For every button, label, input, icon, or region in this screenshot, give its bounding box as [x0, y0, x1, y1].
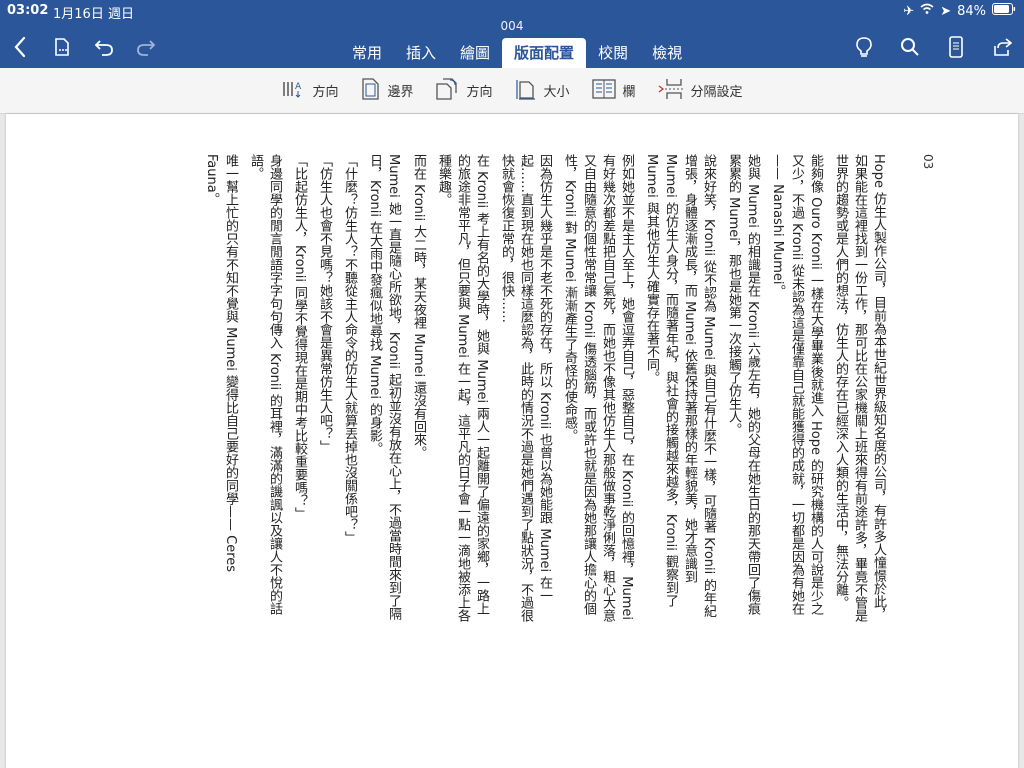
tab-layout[interactable]: 版面配置 [502, 38, 587, 68]
redo-icon[interactable] [134, 34, 158, 60]
paragraph: Hope 仿生人製作公司，目前為本世紀世界級知名度的公司，有許多人憧憬於此，如果… [833, 154, 886, 622]
tab-insert[interactable]: 插入 [394, 38, 448, 68]
paragraph: 「什麼？仿生人？不聽從主人命令的仿生人就算丟掉也沒關係吧？」 [342, 154, 357, 544]
paragraph: 「仿生人也會不見嗎？她該不會是異常仿生人吧？」 [317, 154, 332, 453]
lightbulb-icon[interactable] [852, 34, 876, 60]
svg-text:A: A [295, 82, 302, 92]
toolbar-right [852, 34, 1014, 60]
location-icon: ➤ [940, 3, 952, 19]
margins-icon [360, 77, 380, 104]
columns-button[interactable]: 欄 [591, 78, 636, 103]
document-title: 004 [500, 19, 524, 33]
document-page[interactable]: 03 Hope 仿生人製作公司，目前為本世紀世界級知名度的公司，有許多人憧憬於此… [6, 114, 1018, 768]
share-icon[interactable] [990, 34, 1014, 60]
orientation-label: 方向 [466, 85, 493, 100]
tab-review[interactable]: 校閱 [586, 38, 640, 68]
paragraph: 而在 Kronii 大二時，某天夜裡 Mumei 還沒有回來。 [411, 154, 426, 460]
paragraph: 例如她並不是主人至上，她會逗弄自己，惡整自己，在 Kronii 的回憶裡，Mum… [562, 154, 634, 622]
columns-icon [591, 78, 616, 103]
wifi-icon [920, 3, 934, 19]
breaks-icon [658, 78, 684, 104]
paragraph: 在 Kronii 考上有名的大學時，她與 Mumei 兩人一起離開了偏遠的家鄉，… [436, 154, 489, 622]
undo-icon[interactable] [92, 34, 116, 60]
text-direction-icon: A [281, 79, 305, 103]
page-body[interactable]: Hope 仿生人製作公司，目前為本世紀世界級知名度的公司，有許多人憧憬於此，如果… [116, 154, 888, 624]
search-icon[interactable] [898, 34, 922, 60]
paragraph: Mumei 她一直是隨心所欲地，Kronii 起初並沒有放在心上，不過當時間來到… [367, 154, 401, 620]
text-direction-label: 方向 [312, 85, 339, 100]
mobile-view-icon[interactable] [944, 34, 968, 60]
orientation-button[interactable]: 方向 [435, 77, 493, 104]
file-options-icon[interactable] [50, 34, 74, 60]
status-time: 03:02 [7, 3, 49, 18]
tab-view[interactable]: 檢視 [640, 38, 694, 68]
back-icon[interactable] [8, 34, 32, 60]
margins-label: 邊界 [387, 85, 414, 100]
toolbar-left [8, 34, 158, 60]
top-bar: 03:02 1月16日 週日 ✈ ➤ 84% 004 常用 插入 繪圖 版面配置… [0, 0, 1024, 68]
ribbon-tabs: 常用 插入 繪圖 版面配置 校閱 檢視 [340, 38, 694, 68]
size-label: 大小 [543, 85, 570, 100]
text-direction-button[interactable]: A 方向 [281, 79, 338, 103]
paragraph: 能夠像 Ouro Kronii 一樣在大學畢業後就進入 Hope 的研究機構的人… [770, 154, 823, 616]
airplane-icon: ✈ [903, 3, 915, 19]
size-icon [515, 78, 537, 104]
tab-home[interactable]: 常用 [340, 38, 394, 68]
paragraph: 「比起仿生人，Kronii 同學不覺得現在是期中考比較重要嗎？」 [292, 154, 307, 521]
breaks-button[interactable]: 分隔設定 [658, 78, 743, 104]
tab-draw[interactable]: 繪圖 [448, 38, 502, 68]
paragraph: 唯一幫上忙的只有不知不覺與 Mumei 變得比自己要好的同學—— Ceres F… [204, 154, 238, 573]
paragraph: 身邊同學的閒言閒語字字句句傳入 Kronii 的耳裡，滿滿的譏諷以及讓人不悅的話… [248, 154, 282, 616]
paragraph: 說來好笑，Kronii 從不認為 Mumei 與自己有什麼不一樣，可隨著 Kro… [644, 154, 716, 618]
battery-percent: 84% [957, 3, 986, 19]
orientation-icon [435, 77, 459, 104]
status-indicators: ✈ ➤ 84% [903, 3, 1016, 19]
paragraph: 她與 Mumei 的相識是在 Kronii 六歲左右，她的父母在她生日的那天帶回… [726, 154, 760, 616]
paragraph: 因為仿生人幾乎是不老不死的存在，所以 Kronii 也曾以為她能跟 Mumei … [499, 154, 552, 622]
breaks-label: 分隔設定 [690, 85, 743, 100]
margins-button[interactable]: 邊界 [360, 77, 414, 104]
layout-ribbon: A 方向 邊界 方向 大小 欄 分隔設定 [0, 68, 1024, 114]
battery-icon [992, 3, 1016, 19]
page-number: 03 [921, 154, 935, 170]
columns-label: 欄 [622, 85, 636, 100]
size-button[interactable]: 大小 [515, 78, 570, 104]
